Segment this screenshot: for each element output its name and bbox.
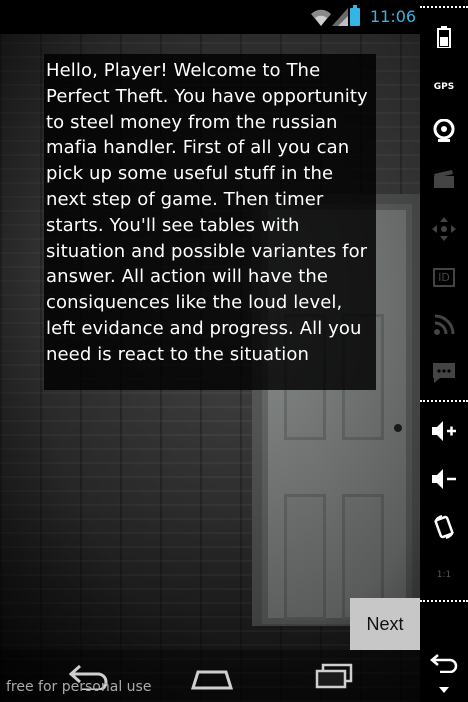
next-button[interactable]: Next	[350, 598, 420, 650]
back-icon[interactable]	[429, 648, 459, 678]
id-label: ID	[433, 267, 455, 287]
rss-icon[interactable]	[429, 310, 459, 340]
intro-text-panel: Hello, Player! Welcome to The Perfect Th…	[44, 54, 376, 390]
sms-icon[interactable]	[429, 358, 459, 388]
battery-icon[interactable]	[429, 22, 459, 52]
signal-icon	[332, 8, 348, 26]
clapper-icon[interactable]	[429, 164, 459, 194]
scale-label: 1:1	[436, 570, 452, 580]
wifi-icon	[311, 9, 331, 26]
rotate-icon[interactable]	[429, 512, 459, 542]
battery-icon	[350, 5, 360, 26]
watermark-text: free for personal use	[6, 679, 152, 695]
volume-up-icon[interactable]	[429, 416, 459, 446]
status-bar: 11:06	[0, 0, 420, 34]
device-screen: 11:06 Hello, Player! Welcome to The Perf…	[0, 0, 420, 702]
recents-icon[interactable]	[314, 662, 354, 690]
id-icon[interactable]: ID	[429, 262, 459, 292]
status-time: 11:06	[370, 7, 417, 26]
intro-text: Hello, Player! Welcome to The Perfect Th…	[46, 60, 368, 365]
volume-down-icon[interactable]	[429, 464, 459, 494]
scale-icon[interactable]: 1:1	[429, 560, 459, 590]
emulator-side-panel: GPS ID 1:1	[420, 0, 468, 702]
chevron-down-icon[interactable]	[429, 680, 459, 700]
gps-label: GPS	[433, 82, 455, 92]
dpad-icon[interactable]	[429, 214, 459, 244]
gps-icon[interactable]: GPS	[429, 72, 459, 102]
home-icon[interactable]	[190, 662, 234, 690]
webcam-icon[interactable]	[429, 116, 459, 146]
